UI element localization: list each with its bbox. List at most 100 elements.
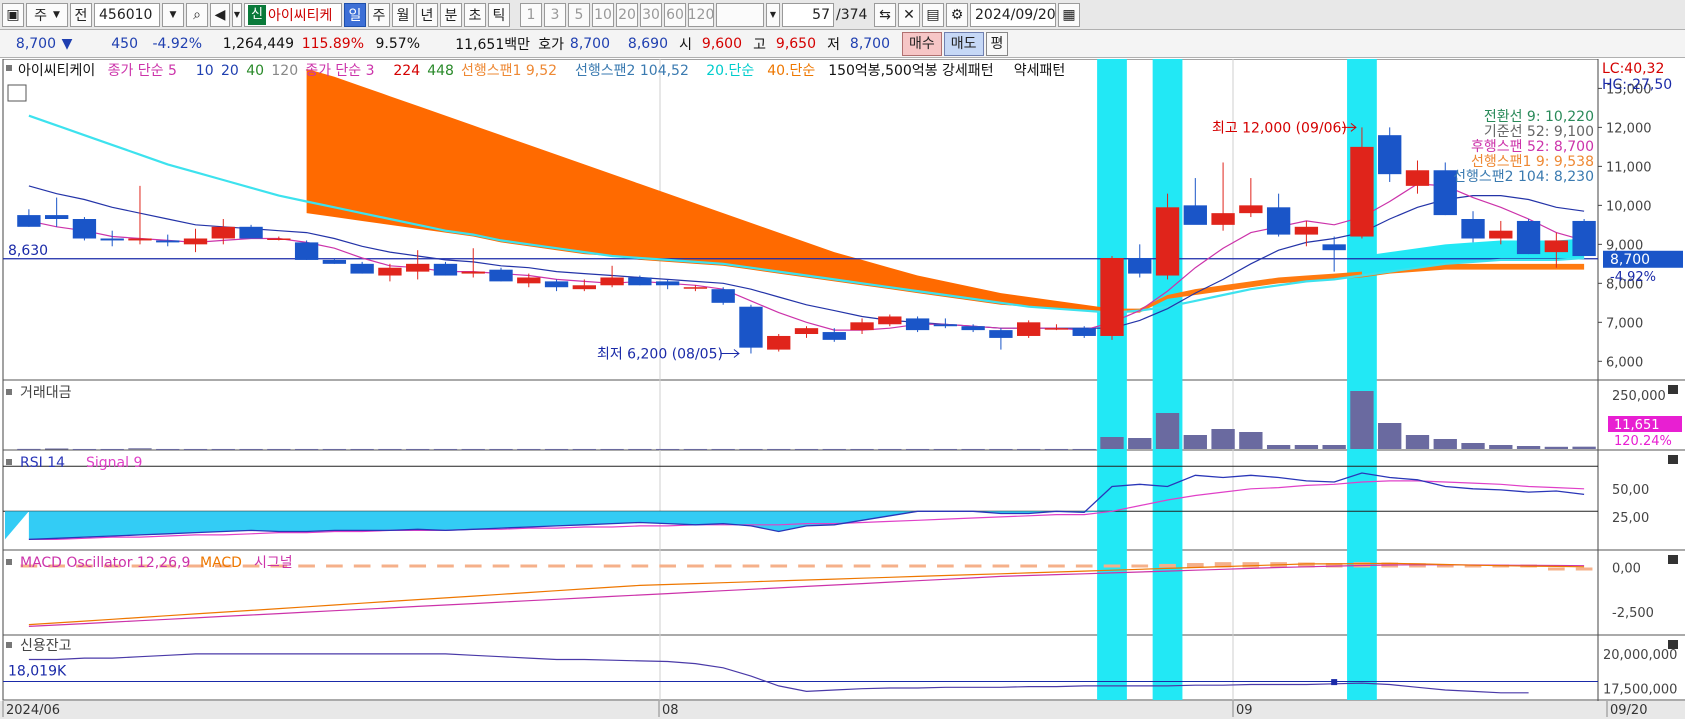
candle-body [517,277,541,284]
timeframe-tab[interactable]: 초 [464,2,486,27]
count-input[interactable]: 57 [782,2,834,27]
timeframe-tab[interactable]: 주 [368,2,390,27]
candle-body [1100,257,1124,336]
scroll-icon[interactable]: ⇆ [874,2,896,27]
credit-marker [1331,679,1338,686]
candle-body [294,242,319,260]
panel-close-icon[interactable] [1668,640,1678,649]
candle [1322,236,1346,272]
timeframe-tab[interactable]: 월 [392,2,414,27]
speaker-icon[interactable]: ◀ [210,2,230,27]
panel-close-icon[interactable] [1668,455,1678,464]
volume-bar [44,448,69,450]
prev-button[interactable]: 전 [70,2,92,27]
gear-icon[interactable]: ⚙ [946,2,968,27]
signal-highlight-bar [1152,59,1183,700]
price-axis-label: 6,000 [1606,355,1643,370]
candle-body [433,263,458,276]
candle-body [739,306,763,348]
interval-button[interactable]: 20 [616,2,638,27]
ichimoku-value: 전환선 9: 10,220 [1484,109,1594,125]
high-label: 고 [753,36,766,53]
volume-title: 거래대금 [20,385,72,401]
legend-item: 종가 단순 5 [108,63,177,79]
macd-osc-bar [1075,564,1093,568]
interval-button[interactable]: 5 [568,2,590,27]
macd-osc-bar [575,564,593,568]
interval-button[interactable]: 60 [664,2,686,27]
legend-item: 20 [221,63,239,79]
candle [878,314,902,327]
timeframe-tab[interactable]: 분 [440,2,462,27]
candle-body [489,269,513,282]
candle-body [1183,205,1207,225]
average-button[interactable]: 평 [985,31,1009,56]
candle [711,287,735,305]
candle-body [1544,240,1569,253]
volume-bar [1350,391,1374,449]
chart-settings-icon[interactable]: ▣ [2,2,24,27]
interval-button[interactable]: 10 [592,2,614,27]
legend-item: 종가 단순 3 [305,63,374,79]
volume-bar [961,448,985,450]
stock-name-field[interactable]: 신 아이씨티케 [244,2,342,27]
chart-canvas[interactable]: 13,00012,00011,00010,0009,0008,0007,0006… [0,59,1685,719]
blank-select-chevron-icon[interactable]: ▼ [766,2,780,27]
code-input[interactable]: 456010 [94,2,160,27]
chevron-down-icon: ▼ [52,9,60,20]
candle-body [350,263,374,274]
volume-bar [406,448,430,450]
volume-bar [1017,448,1041,450]
candle-body [1572,220,1596,257]
timeframe-tab[interactable]: 틱 [488,2,510,27]
macd-osc-bar [1048,564,1065,568]
blank-select[interactable] [716,2,764,27]
ichimoku-value: 선행스팬1 9: 9,538 [1471,154,1594,170]
macd-osc-bar [437,564,454,568]
candle [433,261,458,276]
volume-bar [128,448,152,450]
timeframe-tab[interactable]: 일 [344,2,366,27]
code-dropdown-chevron-icon[interactable]: ▼ [162,2,184,27]
volume-bar [100,448,124,450]
macd-title: MACD Oscillator 12,26,9 [20,555,190,571]
macd-osc-bar [631,564,649,568]
sell-button[interactable]: 매도 [943,31,984,56]
candle-body [17,215,41,227]
candle [544,279,569,292]
sound-dropdown-chevron-icon[interactable]: ▼ [232,2,242,27]
legend-item: 선행스팬1 9,52 [461,63,557,79]
macd-osc-bar [1159,563,1176,568]
candle [1516,219,1541,255]
macd-osc-bar [326,564,343,568]
table-toggle-icon [7,84,27,102]
macd-osc-bar [714,564,732,568]
volume-bar [1572,446,1596,449]
x-axis-background [0,701,1685,719]
period-select[interactable]: 주 ▼ [26,2,68,27]
calendar-icon[interactable]: ▦ [1058,2,1080,27]
date-input[interactable]: 2024/09/20 [970,2,1056,27]
candle-body [1155,207,1180,276]
buy-button[interactable]: 매수 [902,31,942,56]
candle [156,234,180,247]
interval-button[interactable]: 120 [688,2,714,27]
macd-osc-bar [964,564,982,568]
panel-close-icon[interactable] [1668,385,1678,394]
search-icon[interactable]: ⌕ [186,2,208,27]
candle-body [267,238,291,240]
candle-body [100,238,124,241]
crosshair-icon[interactable]: ✕ [898,2,920,27]
signal-highlight-bar [1097,59,1127,700]
interval-button[interactable]: 3 [544,2,566,27]
macd-osc-bar [1242,562,1260,568]
interval-button[interactable]: 1 [520,2,542,27]
timeframe-tab[interactable]: 년 [416,2,438,27]
legend-item: 40 [246,63,264,79]
save-icon[interactable]: ▤ [922,2,944,27]
panel-close-icon[interactable] [1668,555,1678,564]
candle-body [683,287,708,289]
volume-bar [600,448,624,450]
interval-button[interactable]: 30 [640,2,662,27]
volume-bar [767,448,791,450]
